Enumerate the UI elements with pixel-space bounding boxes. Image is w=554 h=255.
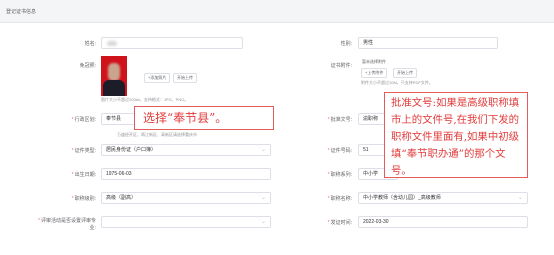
name-input[interactable] — [101, 37, 243, 49]
gender-input[interactable]: 男性 — [358, 37, 498, 49]
chevron-down-icon: ⌄ — [260, 147, 266, 153]
chevron-down-icon: ⌄ — [517, 195, 523, 201]
region-label: *行政区划: — [71, 117, 96, 123]
approval-annotation: 批准文号:如果是高级职称填市上的文件号,在我们下发的职称文件里面有,如果中初级填… — [384, 92, 528, 178]
chevron-down-icon: ⌄ — [260, 195, 266, 201]
section-title: 登记证书信息 — [6, 9, 37, 15]
add-photo-button[interactable]: +添加照片 — [144, 73, 171, 83]
id-type-label: *证件类型: — [71, 148, 96, 154]
name-redacted — [107, 41, 117, 46]
title-level-select[interactable]: 高级（副高） ⌄ — [101, 192, 271, 204]
photo-hint: 图片大小不超过200kb，支持格式：JPG、PNG。 — [101, 97, 189, 102]
section-header — [0, 0, 554, 23]
title-name-label: *职称名称: — [327, 196, 352, 202]
region-annotation: 选择“奉节县”。 — [134, 106, 274, 130]
gender-label: 性别: — [340, 41, 352, 47]
title-name-select[interactable]: 中小学教师（含幼儿园）_高级教师 ⌄ — [358, 192, 528, 204]
add-attachment-button[interactable]: +上传附件 — [361, 68, 388, 78]
upload-attachment-button[interactable]: 开始上传 — [393, 68, 417, 78]
birth-label: *出生日期: — [71, 172, 96, 178]
birth-input[interactable]: 1975-06-03 — [101, 168, 271, 180]
attachment-hint: 附件大小不超过10M，只支持PDF文件。 — [361, 80, 433, 85]
face-redacted — [108, 63, 120, 81]
title-series-label: *职称系列: — [327, 172, 352, 178]
issue-date-label: *发证时间: — [327, 220, 352, 226]
id-type-select[interactable]: 居民身份证（户口簿） ⌄ — [101, 144, 271, 156]
avatar — [101, 56, 127, 96]
name-label: 姓名: — [84, 41, 96, 47]
issue-date-input[interactable]: 2022-03-30 — [358, 216, 528, 228]
id-no-label: *证件号码: — [327, 148, 352, 154]
approval-label: *批准文号: — [327, 117, 352, 123]
photo-label: 免冠照: — [79, 63, 96, 69]
title-level-label: *职称级别: — [71, 196, 96, 202]
review-setting-label: *评审活动是否设置评审专 业: — [38, 218, 96, 231]
review-setting-select[interactable]: ⌄ — [101, 216, 271, 228]
cert-attach-label: 证书附件: — [330, 63, 352, 69]
shirt — [103, 80, 125, 96]
attachment-empty-text: 暂未选择附件 — [362, 59, 386, 64]
upload-photo-button[interactable]: 开始上传 — [173, 73, 197, 83]
region-hint: 万盛经开区、两江新区、高新区请选择重庆市 — [117, 132, 197, 137]
chevron-down-icon: ⌄ — [260, 219, 266, 225]
